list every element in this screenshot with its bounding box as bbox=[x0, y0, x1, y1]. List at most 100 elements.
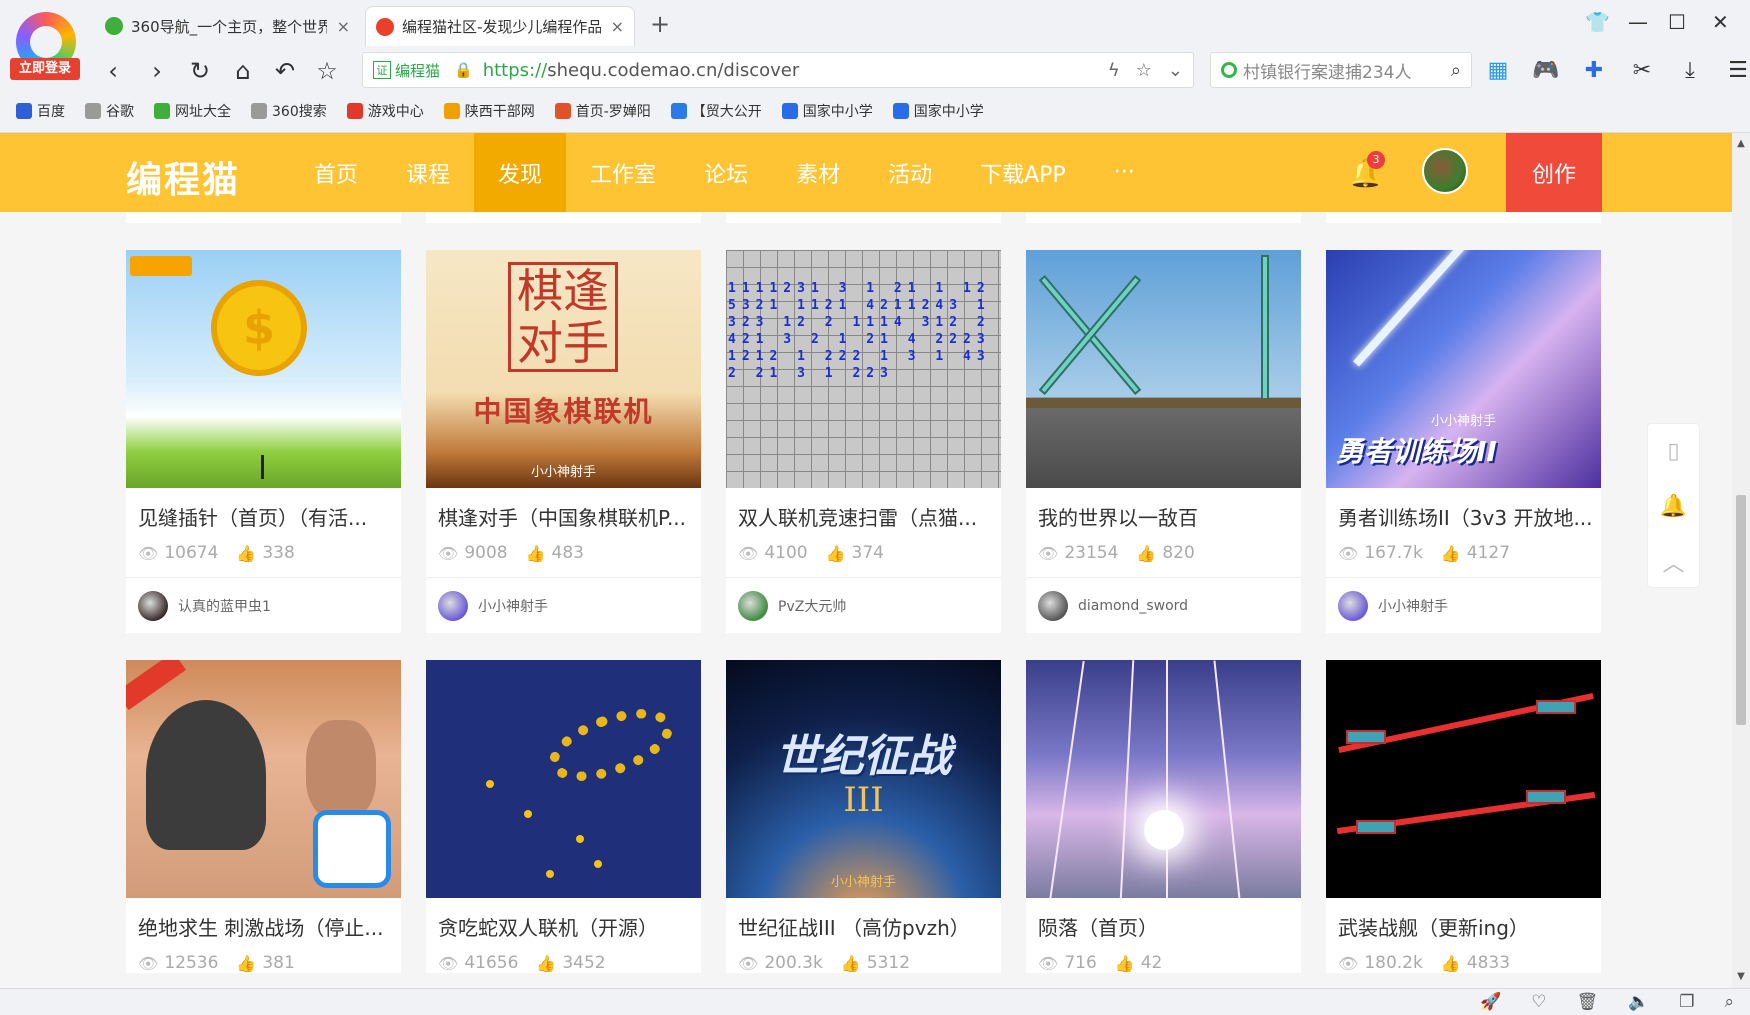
scroll-down-icon[interactable]: ▼ bbox=[1732, 968, 1750, 986]
bookmark-item[interactable]: 国家中小学 bbox=[781, 101, 873, 121]
search-icon[interactable]: ⌕ bbox=[1451, 60, 1461, 81]
work-card[interactable]: 贪吃蛇双人联机（开源） 👁 41656 👍 3452 bbox=[426, 660, 701, 973]
nav-item[interactable]: 下载APP bbox=[956, 133, 1090, 212]
minimize-button[interactable]: — bbox=[1628, 10, 1648, 34]
author-avatar[interactable] bbox=[738, 590, 768, 621]
volume-icon[interactable]: 🔈 bbox=[1628, 992, 1649, 1012]
author-name[interactable]: 认真的蓝甲虫1 bbox=[178, 596, 271, 616]
author-avatar[interactable] bbox=[1338, 590, 1368, 621]
trash-icon[interactable]: 🗑 bbox=[1576, 992, 1598, 1012]
lightning-icon[interactable]: ϟ bbox=[1108, 60, 1120, 81]
work-card[interactable]: 武装战舰（更新ing） 👁 180.2k 👍 4833 bbox=[1326, 660, 1601, 973]
work-author[interactable]: 小小神射手 bbox=[426, 577, 701, 633]
work-author[interactable]: diamond_sword bbox=[1026, 577, 1301, 633]
work-thumbnail[interactable] bbox=[1026, 250, 1301, 488]
login-button[interactable]: 立即登录 bbox=[10, 58, 80, 80]
work-thumbnail[interactable] bbox=[126, 660, 401, 898]
work-card[interactable]: 1111231 3 1 21 1 12 5321 1121 4211243 13… bbox=[726, 250, 1001, 633]
tab-codemao[interactable]: 编程猫社区-发现少儿编程作品 × bbox=[365, 6, 635, 46]
favorite-star-button[interactable]: ☆ bbox=[312, 56, 342, 86]
work-thumbnail[interactable] bbox=[426, 660, 701, 898]
work-thumbnail[interactable]: 世纪征战 III 小小神射手 bbox=[726, 660, 1001, 898]
tab-close-icon[interactable]: × bbox=[337, 17, 350, 36]
url-text[interactable]: https://shequ.codemao.cn/discover bbox=[483, 60, 800, 81]
bookmark-item[interactable]: 首页-罗婵阳 bbox=[554, 101, 651, 121]
nav-item[interactable]: 素材 bbox=[772, 133, 864, 212]
work-card[interactable]: 世纪征战 III 小小神射手 世纪征战III （高仿pvzh） 👁 200.3k … bbox=[726, 660, 1001, 973]
search-input[interactable]: 村镇银行案逮捕234人 bbox=[1243, 58, 1411, 83]
bookmark-item[interactable]: 网址大全 bbox=[154, 101, 231, 121]
author-avatar[interactable] bbox=[1038, 590, 1068, 621]
work-card[interactable]: 陨落（首页） 👁 716 👍 42 bbox=[1026, 660, 1301, 973]
author-name[interactable]: diamond_sword bbox=[1078, 598, 1188, 614]
download-icon[interactable]: ⤓ bbox=[1676, 56, 1704, 84]
author-name[interactable]: 小小神射手 bbox=[1378, 596, 1448, 616]
work-title[interactable]: 双人联机竞速扫雷（点猫... bbox=[726, 488, 1001, 531]
author-name[interactable]: 小小神射手 bbox=[478, 596, 548, 616]
work-thumbnail[interactable]: 1111231 3 1 21 1 12 5321 1121 4211243 13… bbox=[726, 250, 1001, 488]
work-thumbnail[interactable] bbox=[1326, 660, 1601, 898]
menu-icon[interactable]: ☰ bbox=[1724, 56, 1750, 84]
work-card[interactable]: $ 见缝插针（首页）（有活... 👁 10674 👍 338 认真的蓝甲虫1 bbox=[126, 250, 401, 633]
address-bar[interactable]: 证 编程猫 🔒 https://shequ.codemao.cn/discove… bbox=[362, 52, 1194, 88]
extension-puzzle-icon[interactable]: ✚ bbox=[1580, 56, 1608, 84]
close-window-button[interactable]: ✕ bbox=[1712, 10, 1729, 34]
bookmark-item[interactable]: 谷歌 bbox=[85, 101, 134, 121]
gamepad-icon[interactable]: 🎮 bbox=[1532, 56, 1560, 84]
nav-item[interactable]: 课程 bbox=[382, 133, 474, 212]
back-to-top-icon[interactable]: ︿ bbox=[1648, 534, 1699, 589]
undo-close-button[interactable]: ↶ bbox=[270, 56, 300, 86]
heart-icon[interactable]: ♡ bbox=[1531, 992, 1546, 1012]
work-card[interactable]: 勇者训练场II 小小神射手 勇者训练场II（3v3 开放地... 👁 167.7k… bbox=[1326, 250, 1601, 633]
scissors-icon[interactable]: ✂ bbox=[1628, 56, 1656, 84]
work-thumbnail[interactable]: 棋逢对手 中国象棋联机 小小神射手 bbox=[426, 250, 701, 488]
shirt-skin-icon[interactable]: 👕 bbox=[1585, 10, 1610, 34]
notification-icon[interactable]: 🔔 bbox=[1648, 479, 1699, 534]
scroll-thumb[interactable] bbox=[1736, 495, 1746, 725]
work-thumbnail[interactable] bbox=[1026, 660, 1301, 898]
work-title[interactable]: 武装战舰（更新ing） bbox=[1326, 898, 1601, 941]
page-scrollbar[interactable]: ▲ ▼ bbox=[1732, 133, 1750, 988]
back-button[interactable]: ‹ bbox=[98, 56, 128, 86]
nav-item[interactable]: 首页 bbox=[290, 133, 382, 212]
nav-item[interactable]: 活动 bbox=[864, 133, 956, 212]
work-title[interactable]: 棋逢对手（中国象棋联机P... bbox=[426, 488, 701, 531]
forward-button[interactable]: › bbox=[142, 56, 172, 86]
tab-close-icon[interactable]: × bbox=[611, 17, 624, 36]
create-button[interactable]: 创作 bbox=[1506, 133, 1602, 212]
bookmark-item[interactable]: 【贸大公开 bbox=[670, 101, 762, 121]
reload-button[interactable]: ↻ bbox=[185, 56, 215, 86]
home-button[interactable]: ⌂ bbox=[228, 56, 258, 86]
bookmark-item[interactable]: 游戏中心 bbox=[346, 101, 424, 121]
zoom-icon[interactable]: ⌕ bbox=[1724, 992, 1734, 1012]
work-card[interactable]: 我的世界以一敌百 👁 23154 👍 820 diamond_sword bbox=[1026, 250, 1301, 633]
work-title[interactable]: 我的世界以一敌百 bbox=[1026, 488, 1301, 531]
bookmark-item[interactable]: 陕西干部网 bbox=[443, 101, 535, 121]
tab-360-nav[interactable]: 360导航_一个主页，整个世界 × bbox=[95, 8, 360, 44]
browser-logo[interactable]: 立即登录 bbox=[10, 10, 82, 80]
search-box[interactable]: 村镇银行案逮捕234人 ⌕ bbox=[1210, 52, 1472, 88]
work-card[interactable]: 绝地求生 刺激战场（停止... 👁 12536 👍 381 bbox=[126, 660, 401, 973]
nav-item[interactable]: 发现 bbox=[474, 133, 567, 212]
work-title[interactable]: 勇者训练场II（3v3 开放地... bbox=[1326, 488, 1601, 531]
work-title[interactable]: 绝地求生 刺激战场（停止... bbox=[126, 898, 401, 941]
new-tab-button[interactable]: + bbox=[650, 10, 670, 38]
tablet-icon[interactable]: ▯ bbox=[1648, 424, 1699, 479]
bookmark-item[interactable]: 360搜索 bbox=[251, 101, 327, 121]
apps-grid-icon[interactable]: ▦ bbox=[1484, 56, 1512, 84]
nav-item[interactable]: ··· bbox=[1090, 133, 1159, 212]
nav-item[interactable]: 工作室 bbox=[566, 133, 680, 212]
user-avatar[interactable] bbox=[1422, 148, 1468, 194]
chevron-down-icon[interactable]: ⌄ bbox=[1168, 60, 1183, 81]
work-author[interactable]: 小小神射手 bbox=[1326, 577, 1601, 633]
notification-bell[interactable]: 🔔 3 bbox=[1348, 151, 1385, 190]
author-name[interactable]: PvZ大元帅 bbox=[778, 596, 846, 616]
author-avatar[interactable] bbox=[438, 590, 468, 621]
work-thumbnail[interactable]: $ bbox=[126, 250, 401, 488]
work-title[interactable]: 世纪征战III （高仿pvzh） bbox=[726, 898, 1001, 941]
work-thumbnail[interactable]: 勇者训练场II 小小神射手 bbox=[1326, 250, 1601, 488]
bookmark-item[interactable]: 国家中小学 bbox=[892, 101, 984, 121]
work-title[interactable]: 陨落（首页） bbox=[1026, 898, 1301, 941]
work-title[interactable]: 见缝插针（首页）（有活... bbox=[126, 488, 401, 531]
bookmark-star-icon[interactable]: ☆ bbox=[1136, 60, 1152, 81]
